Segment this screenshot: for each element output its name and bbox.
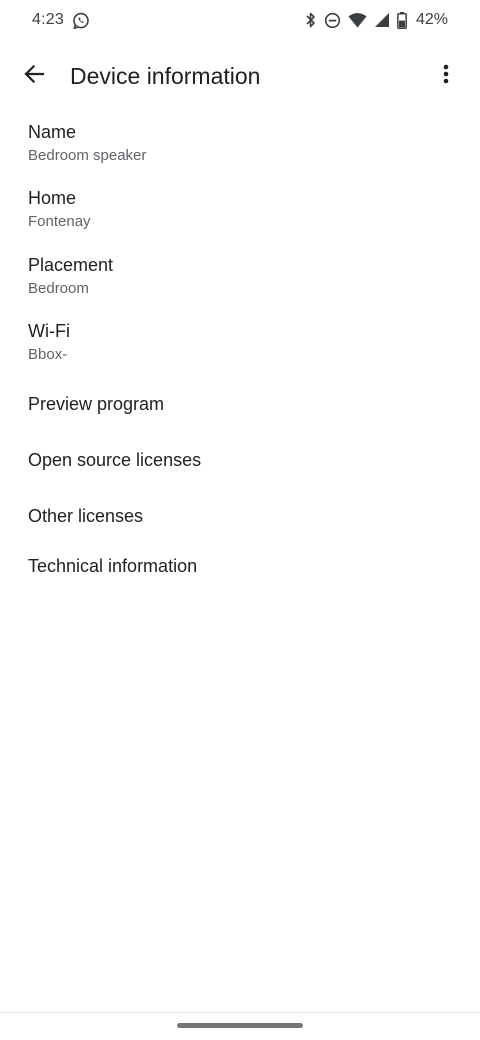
item-title: Technical information [28, 556, 198, 576]
back-button[interactable] [14, 56, 54, 96]
status-icons: 42% [305, 11, 448, 29]
item-title: Preview program [28, 394, 165, 414]
do-not-disturb-icon [324, 12, 341, 29]
item-title: Placement [28, 255, 114, 275]
list-item-preview-program[interactable]: Preview program [0, 392, 480, 416]
item-subtitle: Fontenay [28, 213, 91, 230]
list-item-open-source-licenses[interactable]: Open source licenses [0, 448, 480, 472]
list-item-name[interactable]: Name Bedroom speaker [0, 120, 480, 167]
list-item-home[interactable]: Home Fontenay [0, 186, 480, 233]
list-item-placement[interactable]: Placement Bedroom [0, 253, 480, 300]
item-title: Home [28, 188, 77, 208]
status-bar: 4:23 42% [0, 0, 480, 44]
item-title: Open source licenses [28, 450, 202, 470]
status-time: 4:23 [32, 11, 64, 28]
whatsapp-icon [72, 12, 90, 30]
arrow-back-icon [23, 63, 45, 90]
wifi-icon [348, 12, 367, 28]
item-subtitle: Bedroom [28, 280, 89, 297]
item-title: Wi-Fi [28, 321, 70, 341]
nav-divider [0, 1012, 480, 1013]
item-title: Name [28, 122, 77, 142]
gesture-handle[interactable] [177, 1023, 303, 1028]
more-options-button[interactable] [426, 56, 466, 96]
page-title: Device information [70, 63, 261, 89]
battery-percent: 42% [415, 11, 448, 28]
bluetooth-icon [305, 11, 317, 29]
app-bar: Device information [0, 44, 480, 108]
battery-icon [397, 11, 407, 29]
list-item-technical-information[interactable]: Technical information [0, 554, 480, 578]
item-subtitle: Bedroom speaker [28, 147, 147, 164]
list-item-other-licenses[interactable]: Other licenses [0, 504, 480, 528]
more-vert-icon [443, 64, 449, 89]
item-subtitle: Bbox- [28, 346, 68, 363]
item-title: Other licenses [28, 506, 144, 526]
cell-signal-icon [374, 12, 390, 28]
list-item-wifi[interactable]: Wi-Fi Bbox- [0, 319, 480, 366]
